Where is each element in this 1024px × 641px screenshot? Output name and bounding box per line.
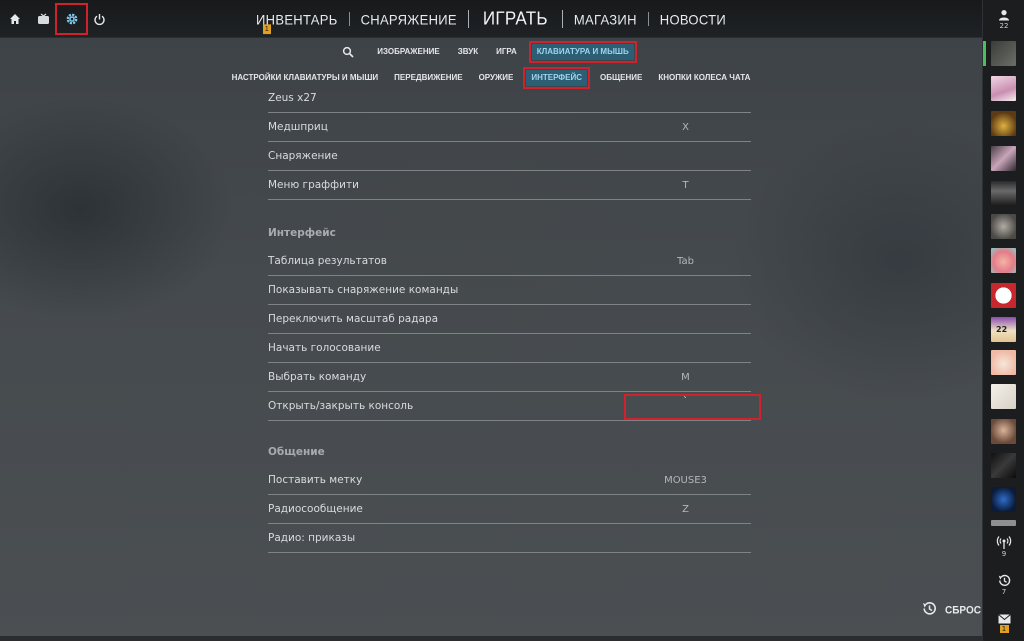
binding-label: Начать голосование: [268, 342, 381, 354]
friend-avatar[interactable]: [991, 520, 1016, 526]
binding-label: Выбрать команду: [268, 371, 367, 383]
tab-video[interactable]: ИЗОБРАЖЕНИЕ: [368, 44, 448, 60]
mail-button[interactable]: 1: [983, 614, 1024, 633]
inventory-badge: 1: [263, 23, 272, 34]
friend-avatar[interactable]: [991, 146, 1016, 171]
console-highlight-box: [624, 394, 761, 420]
section-title-interface: Интерфейс: [268, 227, 336, 239]
binding-key[interactable]: Tab: [648, 256, 723, 267]
friend-avatar-number: 22: [996, 325, 1008, 334]
binding-row[interactable]: Переключить масштаб радара: [268, 305, 751, 334]
friend-avatar[interactable]: [991, 350, 1016, 375]
binding-row-console[interactable]: Открыть/закрыть консоль `: [268, 392, 761, 421]
binding-label: Переключить масштаб радара: [268, 313, 439, 325]
mail-badge: 1: [999, 625, 1009, 633]
friends-count: 22: [999, 21, 1009, 30]
nav-play[interactable]: ИГРАТЬ: [469, 8, 562, 30]
binding-label: Медшприц: [268, 121, 328, 133]
binding-key[interactable]: M: [648, 372, 723, 383]
binding-label: Показывать снаряжение команды: [268, 284, 459, 296]
friend-avatar[interactable]: [991, 283, 1016, 308]
binding-label: Таблица результатов: [268, 255, 387, 267]
binding-row[interactable]: Выбрать команду M: [268, 363, 751, 392]
main-nav: ИНВЕНТАРЬ 1 СНАРЯЖЕНИЕ ИГРАТЬ МАГАЗИН НО…: [0, 0, 982, 38]
binding-row[interactable]: Медшприц X: [268, 113, 751, 142]
reset-button[interactable]: СБРОС: [921, 600, 981, 621]
antenna-icon: [996, 536, 1012, 549]
binding-row[interactable]: Радио: приказы: [268, 524, 751, 553]
nav-news[interactable]: НОВОСТИ: [649, 11, 737, 27]
history-button[interactable]: 7: [983, 573, 1024, 596]
binding-row[interactable]: Радиосообщение Z: [268, 495, 751, 524]
binding-row[interactable]: Снаряжение: [268, 142, 751, 171]
tab-game[interactable]: ИГРА: [487, 44, 526, 60]
profile-button[interactable]: 22: [983, 0, 1024, 38]
binding-label: Меню граффити: [268, 179, 359, 191]
binding-row[interactable]: Поставить метку MOUSE3: [268, 466, 751, 495]
binding-label: Поставить метку: [268, 474, 363, 486]
binding-label: Радиосообщение: [268, 503, 363, 515]
binding-row[interactable]: Zeus x27: [268, 84, 751, 113]
user-icon: [999, 9, 1009, 20]
binding-label: Радио: приказы: [268, 532, 356, 544]
friend-avatar[interactable]: [991, 384, 1016, 409]
top-bar: ИНВЕНТАРЬ 1 СНАРЯЖЕНИЕ ИГРАТЬ МАГАЗИН НО…: [0, 0, 982, 38]
mail-icon: [997, 614, 1011, 624]
binding-label: Zeus x27: [268, 92, 317, 104]
friend-avatar[interactable]: 22: [991, 317, 1016, 342]
history-icon: [921, 600, 938, 621]
binding-label: Снаряжение: [268, 150, 338, 162]
binding-key[interactable]: Z: [648, 504, 723, 515]
clock-history-icon: [998, 574, 1010, 586]
nav-loadout[interactable]: СНАРЯЖЕНИЕ: [350, 11, 468, 27]
friend-avatar[interactable]: [991, 248, 1016, 273]
binding-key[interactable]: MOUSE3: [648, 475, 723, 486]
friend-avatar[interactable]: [991, 181, 1016, 206]
bottom-bar: [0, 636, 982, 641]
friend-avatar[interactable]: [991, 214, 1016, 239]
binding-row[interactable]: Таблица результатов Tab: [268, 247, 751, 276]
history-count: 7: [1001, 588, 1007, 596]
section-title-communication: Общение: [268, 446, 325, 458]
binding-label: Открыть/закрыть консоль: [268, 400, 414, 412]
friend-avatar[interactable]: [991, 453, 1016, 478]
search-icon[interactable]: [342, 46, 368, 58]
antenna-button[interactable]: 9: [983, 534, 1024, 558]
binding-row[interactable]: Показывать снаряжение команды: [268, 276, 751, 305]
antenna-count: 9: [1001, 550, 1007, 558]
friend-avatar[interactable]: [991, 487, 1016, 512]
binding-row[interactable]: Меню граффити T: [268, 171, 751, 200]
reset-label: СБРОС: [945, 604, 981, 617]
tab-audio[interactable]: ЗВУК: [449, 44, 487, 60]
friend-avatar[interactable]: [991, 419, 1016, 444]
friend-avatar[interactable]: [991, 111, 1016, 136]
bindings-list: Zeus x27 Медшприц X Снаряжение Меню граф…: [268, 84, 761, 553]
binding-key[interactable]: T: [648, 180, 723, 191]
nav-store[interactable]: МАГАЗИН: [563, 11, 648, 27]
settings-tabs: ИЗОБРАЖЕНИЕ ЗВУК ИГРА КЛАВИАТУРА И МЫШЬ: [0, 41, 982, 63]
tab-keyboard-mouse[interactable]: КЛАВИАТУРА И МЫШЬ: [528, 41, 637, 63]
binding-row[interactable]: Начать голосование: [268, 334, 751, 363]
friends-sidebar: 22 22 9 7 1: [982, 0, 1024, 641]
friend-avatar[interactable]: [991, 76, 1016, 101]
online-indicator: [983, 41, 986, 66]
friend-avatar[interactable]: [991, 41, 1016, 66]
binding-key[interactable]: X: [648, 122, 723, 133]
nav-inventory[interactable]: ИНВЕНТАРЬ 1: [245, 11, 349, 34]
